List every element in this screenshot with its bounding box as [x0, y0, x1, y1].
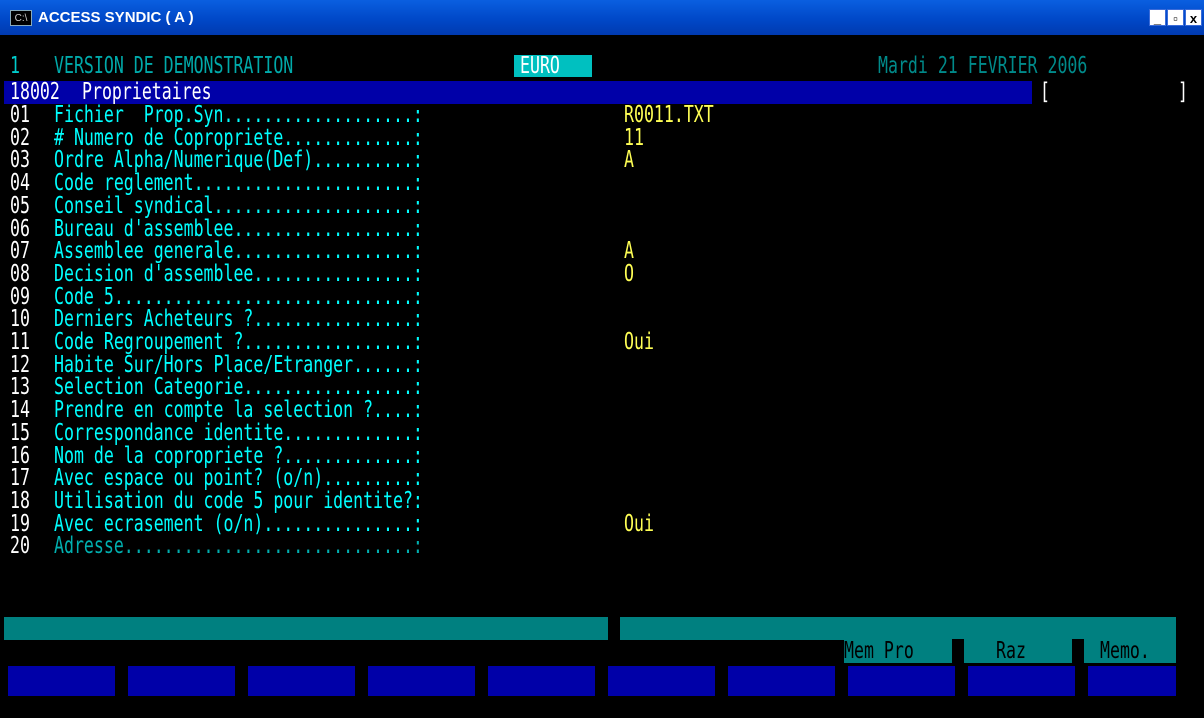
fkey-slot-7[interactable]: [728, 666, 835, 696]
fkey-sep-1: [952, 639, 964, 663]
fkey-raz[interactable]: Raz: [996, 640, 1026, 663]
active-field-bar: [4, 617, 608, 640]
fkey-slot-3[interactable]: [248, 666, 355, 696]
fkey-memo[interactable]: Memo.: [1100, 640, 1150, 663]
header-date: Mardi 21 FEVRIER 2006: [878, 53, 1088, 79]
field-label[interactable]: Conseil syndical....................:: [54, 195, 423, 218]
field-value[interactable]: A: [624, 240, 634, 263]
input-bracket-box: [1032, 81, 1176, 104]
field-number: 15: [10, 420, 30, 446]
window-title: ACCESS SYNDIC ( A ): [38, 9, 194, 26]
field-label[interactable]: Selection Categorie.................:: [54, 376, 423, 399]
euro-badge: EURO: [520, 53, 560, 79]
field-number: 08: [10, 261, 30, 287]
fkey-slot-10[interactable]: [1088, 666, 1176, 696]
field-value[interactable]: Oui: [624, 513, 654, 536]
field-value[interactable]: R0011.TXT: [624, 104, 714, 127]
field-label[interactable]: Ordre Alpha/Numerique(Def)..........:: [54, 149, 423, 172]
field-label[interactable]: Correspondance identite.............:: [54, 422, 423, 445]
fkey-slot-9[interactable]: [968, 666, 1075, 696]
bracket-close: ]: [1178, 79, 1188, 105]
field-number: 03: [10, 147, 30, 173]
field-value[interactable]: Oui: [624, 331, 654, 354]
field-label[interactable]: Utilisation du code 5 pour identite?:: [54, 490, 423, 513]
window-titlebar[interactable]: C:\ ACCESS SYNDIC ( A ) _ ▫ x: [0, 0, 1204, 35]
field-label[interactable]: Prendre en compte la selection ?....:: [54, 399, 423, 422]
fkey-mem-pro[interactable]: Mem Pro: [844, 640, 914, 663]
field-number: 11: [10, 329, 30, 355]
field-label[interactable]: Adresse.............................:: [54, 535, 423, 558]
version-label: VERSION DE DEMONSTRATION: [54, 53, 294, 79]
fkey-slot-2[interactable]: [128, 666, 235, 696]
fkey-slot-4[interactable]: [368, 666, 475, 696]
field-label[interactable]: Derniers Acheteurs ?................:: [54, 308, 423, 331]
field-number: 18: [10, 488, 30, 514]
maximize-button[interactable]: ▫: [1167, 9, 1184, 26]
screen-code: 18002: [10, 79, 60, 105]
console-icon[interactable]: C:\: [10, 10, 32, 26]
close-button[interactable]: x: [1185, 9, 1202, 26]
fkey-slot-6[interactable]: [608, 666, 715, 696]
fkey-slot-5[interactable]: [488, 666, 595, 696]
console-screen: 1 VERSION DE DEMONSTRATION EURO Mardi 21…: [4, 35, 1200, 718]
fkey-slot-1[interactable]: [8, 666, 115, 696]
status-line-index: 1: [10, 53, 20, 79]
fkey-slot-8[interactable]: [848, 666, 955, 696]
active-field-input[interactable]: [620, 617, 1176, 640]
field-label[interactable]: Code reglement......................:: [54, 172, 423, 195]
field-number: 14: [10, 397, 30, 423]
field-value[interactable]: O: [624, 263, 634, 286]
bracket-open: [: [1040, 79, 1050, 105]
field-number: 17: [10, 465, 30, 491]
field-value[interactable]: A: [624, 149, 634, 172]
field-number: 20: [10, 533, 30, 559]
field-number: 05: [10, 193, 30, 219]
minimize-button[interactable]: _: [1149, 9, 1166, 26]
field-label[interactable]: Fichier Prop.Syn...................:: [54, 104, 423, 127]
field-number: 10: [10, 306, 30, 332]
field-label[interactable]: Assemblee generale..................:: [54, 240, 423, 263]
field-number: 07: [10, 238, 30, 264]
field-number: 13: [10, 374, 30, 400]
field-label[interactable]: Decision d'assemblee................:: [54, 263, 423, 286]
field-label[interactable]: Avec espace ou point? (o/n).........:: [54, 467, 423, 490]
fkey-sep-2: [1072, 639, 1084, 663]
field-number: 04: [10, 170, 30, 196]
screen-name: Proprietaires: [82, 79, 212, 105]
field-label[interactable]: Code Regroupement ?.................:: [54, 331, 423, 354]
field-number: 01: [10, 102, 30, 128]
